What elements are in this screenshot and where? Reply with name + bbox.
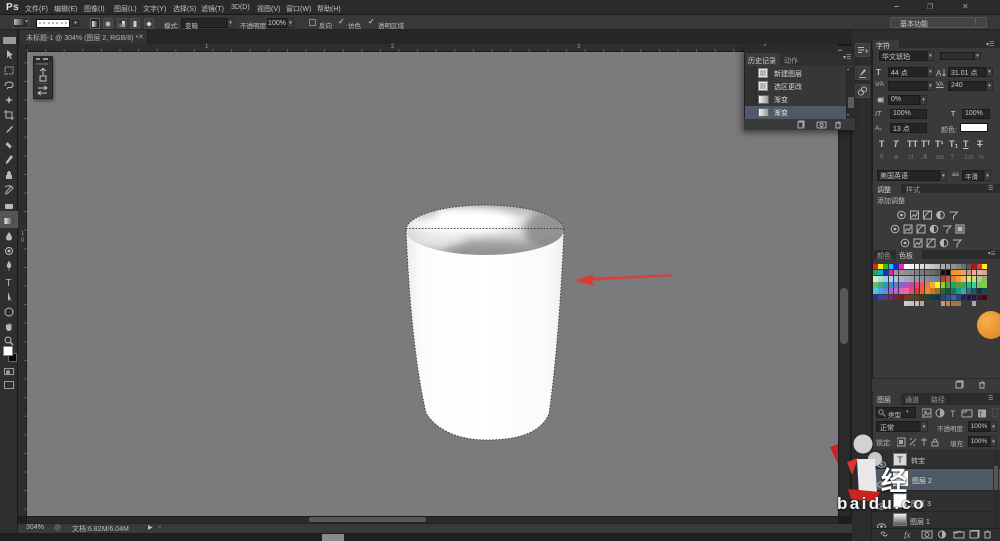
svg-text:fx: fx <box>904 530 911 539</box>
svg-text:T: T <box>950 409 956 418</box>
svg-text:A: A <box>936 69 942 77</box>
svg-text:T: T <box>6 278 12 288</box>
svg-text:f: f <box>980 412 982 419</box>
